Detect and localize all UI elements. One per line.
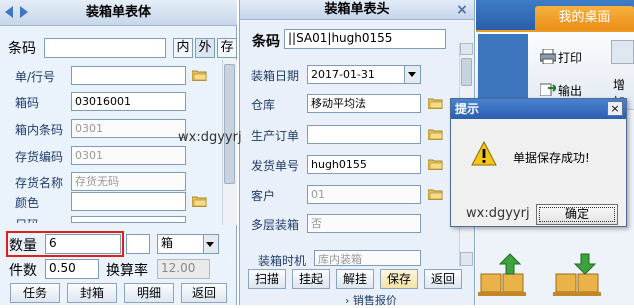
pieces-label: 件数 — [9, 263, 37, 279]
folder-icon[interactable] — [428, 128, 443, 140]
dialog-close-button[interactable]: × — [607, 101, 623, 116]
task-button[interactable]: 任务 — [10, 283, 60, 303]
multi-layer-input[interactable]: 否 — [307, 214, 421, 233]
export-label[interactable]: 输出 — [558, 82, 582, 99]
chevron-down-icon — [206, 242, 214, 247]
size-label-clip: 尺码 — [15, 216, 55, 223]
folder-icon[interactable] — [428, 97, 443, 109]
close-icon[interactable]: × — [455, 2, 469, 18]
export-icon — [540, 83, 556, 96]
ratio-label: 换算率 — [106, 263, 148, 279]
item-name-label: 存货名称 — [15, 176, 64, 190]
item-code-label: 存货编码 — [15, 150, 64, 164]
delivery-no-label: 发货单号 — [251, 159, 300, 173]
toggle-outer[interactable]: 外 — [195, 38, 215, 58]
box-download-icon[interactable] — [553, 252, 603, 302]
scrollbar-thumb[interactable] — [461, 58, 472, 86]
ratio-input[interactable]: 12.00 — [157, 259, 210, 279]
item-name-input[interactable]: 存货无码 — [71, 172, 186, 191]
quantity-extra-input[interactable] — [126, 234, 150, 254]
delivery-no-input[interactable]: hugh0155 — [307, 155, 421, 174]
box-upload-icon[interactable] — [478, 252, 528, 302]
add-icon[interactable] — [611, 40, 634, 64]
resume-button[interactable]: 解挂 — [336, 269, 374, 289]
sales-quote-link[interactable]: › 销售报价 — [345, 292, 397, 308]
watermark: wx:dgyyrj — [178, 130, 242, 145]
watermark: wx:dgyyrj — [466, 206, 530, 221]
order-line-input[interactable] — [71, 66, 186, 85]
detail-panel-title: 装箱单表体 — [0, 0, 237, 26]
pack-date-label: 装箱日期 — [251, 69, 300, 83]
size-input[interactable] — [71, 216, 186, 223]
color-label: 颜色 — [15, 196, 40, 210]
save-button[interactable]: 保存 — [380, 269, 418, 289]
order-line-label: 单/行号 — [15, 70, 56, 84]
pieces-input[interactable]: 0.50 — [45, 259, 99, 279]
folder-icon[interactable] — [192, 69, 207, 81]
warehouse-label: 仓库 — [251, 98, 276, 112]
toggle-stock[interactable]: 存 — [217, 38, 237, 58]
suspend-button[interactable]: 挂起 — [292, 269, 330, 289]
pack-timing-input[interactable]: 库内装箱 — [314, 250, 421, 266]
box-code-input[interactable]: 03016001 — [71, 92, 186, 111]
pack-timing-label: 装箱时机 — [258, 254, 307, 268]
warning-icon — [471, 141, 497, 166]
header-panel-title: 装箱单表头 — [240, 0, 474, 20]
barcode-label: 条码 — [8, 41, 36, 57]
inner-barcode-label: 箱内条码 — [15, 123, 64, 137]
scroll-up-button[interactable] — [460, 43, 473, 55]
folder-icon[interactable] — [428, 188, 443, 200]
quantity-label: 数量 — [9, 238, 37, 254]
sales-quote-text: 销售报价 — [352, 294, 397, 307]
scrollbar-thumb[interactable] — [224, 64, 235, 184]
next-arrow-icon[interactable] — [20, 6, 28, 18]
ok-button[interactable]: 确定 — [536, 204, 618, 225]
inner-barcode-input[interactable]: 0301 — [71, 119, 186, 138]
box-code-label: 箱码 — [15, 96, 40, 110]
production-order-input[interactable] — [307, 125, 421, 144]
quantity-input[interactable]: 6 — [45, 234, 121, 254]
folder-icon[interactable] — [428, 158, 443, 170]
prev-arrow-icon[interactable] — [5, 6, 13, 18]
color-input[interactable] — [71, 192, 186, 211]
tab-my-desktop[interactable]: 我的桌面 — [535, 6, 634, 30]
back-button[interactable]: 返回 — [181, 283, 227, 303]
multi-layer-label: 多层装箱 — [251, 218, 300, 232]
customer-label: 客户 — [251, 189, 276, 203]
scan-button[interactable]: 扫描 — [248, 269, 286, 289]
barcode-input[interactable] — [44, 38, 166, 58]
ribbon-side — [478, 34, 528, 108]
size-label: 尺码 — [15, 216, 55, 223]
printer-icon — [540, 49, 556, 64]
item-code-input[interactable]: 0301 — [71, 146, 186, 165]
scroll-down-button[interactable] — [460, 252, 473, 266]
toggle-inner[interactable]: 内 — [173, 38, 193, 58]
return-button[interactable]: 返回 — [424, 269, 462, 289]
print-label[interactable]: 打印 — [558, 49, 582, 66]
warehouse-input[interactable]: 移动平均法 — [307, 94, 421, 113]
detail-button[interactable]: 明细 — [124, 283, 174, 303]
dialog-title: 提示 — [451, 99, 626, 119]
dialog-message: 单据保存成功! — [513, 151, 590, 165]
production-order-label: 生产订单 — [251, 129, 300, 143]
header-barcode-label: 条码 — [252, 34, 280, 50]
header-barcode-input[interactable]: ||SA01|hugh0155 — [284, 29, 446, 49]
customer-input[interactable]: 01 — [307, 185, 421, 204]
seal-box-button[interactable]: 封箱 — [67, 283, 117, 303]
folder-icon[interactable] — [192, 195, 207, 207]
chevron-down-icon — [408, 72, 416, 77]
